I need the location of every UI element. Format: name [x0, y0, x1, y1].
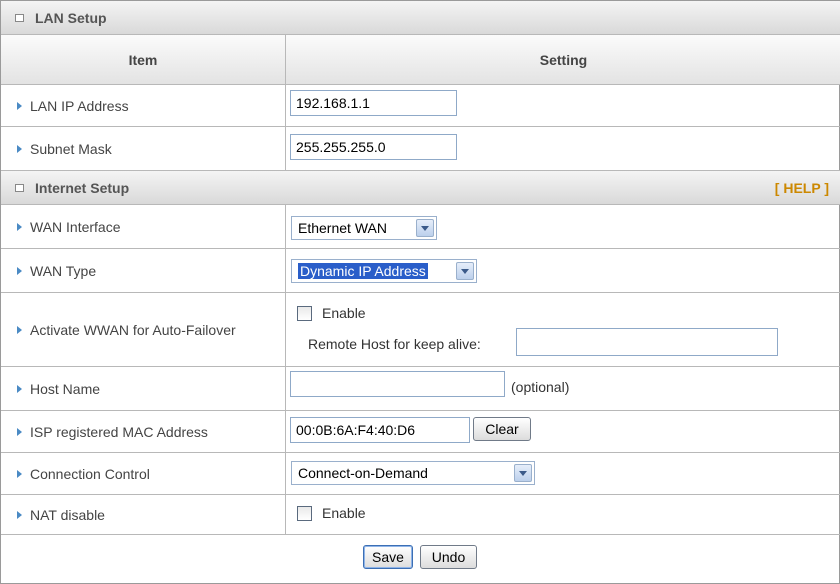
nat-enable-label: Enable — [322, 505, 366, 521]
subnet-mask-input[interactable]: 255.255.255.0 — [290, 134, 457, 160]
arrow-bullet-icon — [17, 266, 22, 275]
arrow-bullet-icon — [17, 510, 22, 519]
chevron-down-icon[interactable] — [514, 464, 532, 482]
save-button[interactable]: Save — [363, 545, 413, 569]
wwan-enable-checkbox[interactable] — [297, 306, 312, 321]
wan-type-label: WAN Type — [17, 263, 96, 279]
undo-button[interactable]: Undo — [420, 545, 477, 569]
lan-ip-row: LAN IP Address 192.168.1.1 — [1, 85, 840, 127]
help-link[interactable]: [ HELP ] — [775, 180, 829, 196]
wan-interface-label: WAN Interface — [17, 219, 121, 235]
connection-control-row: Connection Control Connect-on-Demand — [1, 453, 840, 495]
wwan-enable-label: Enable — [322, 305, 366, 321]
nat-disable-row: NAT disable Enable — [1, 495, 840, 535]
arrow-bullet-icon — [17, 384, 22, 393]
host-name-input[interactable] — [290, 371, 505, 397]
arrow-bullet-icon — [17, 222, 22, 231]
mac-address-row: ISP registered MAC Address 00:0B:6A:F4:4… — [1, 411, 840, 453]
lan-setup-title: LAN Setup — [35, 9, 107, 26]
nat-disable-label: NAT disable — [17, 507, 105, 523]
wan-type-select[interactable]: Dynamic IP Address — [291, 259, 477, 283]
section-square-icon — [15, 183, 24, 192]
column-item-header: Item — [128, 51, 158, 68]
lan-ip-label: LAN IP Address — [17, 98, 129, 114]
clear-button[interactable]: Clear — [473, 417, 531, 441]
nat-enable-checkbox[interactable] — [297, 506, 312, 521]
column-setting-header: Setting — [539, 51, 588, 68]
section-square-icon — [15, 13, 24, 22]
wwan-failover-label: Activate WWAN for Auto-Failover — [17, 322, 236, 338]
remote-host-label: Remote Host for keep alive: — [308, 336, 481, 352]
remote-host-input[interactable] — [516, 328, 778, 356]
lan-ip-input[interactable]: 192.168.1.1 — [290, 90, 457, 116]
wan-interface-select[interactable]: Ethernet WAN — [291, 216, 437, 240]
table-header: Item Setting — [1, 35, 840, 85]
arrow-bullet-icon — [17, 469, 22, 478]
chevron-down-icon[interactable] — [416, 219, 434, 237]
arrow-bullet-icon — [17, 101, 22, 110]
arrow-bullet-icon — [17, 325, 22, 334]
lan-setup-header: LAN Setup — [1, 1, 840, 35]
host-name-row: Host Name (optional) — [1, 367, 840, 411]
arrow-bullet-icon — [17, 427, 22, 436]
subnet-mask-label: Subnet Mask — [17, 141, 112, 157]
host-name-hint: (optional) — [511, 379, 570, 395]
settings-frame: LAN Setup Item Setting LAN IP Address 19… — [0, 0, 840, 584]
wwan-failover-row: Activate WWAN for Auto-Failover Enable R… — [1, 293, 840, 367]
mac-address-input[interactable]: 00:0B:6A:F4:40:D6 — [290, 417, 470, 443]
internet-setup-title: Internet Setup — [35, 179, 130, 196]
host-name-label: Host Name — [17, 381, 100, 397]
wan-interface-row: WAN Interface Ethernet WAN — [1, 205, 840, 249]
footer-actions: Save Undo — [1, 535, 840, 583]
chevron-down-icon[interactable] — [456, 262, 474, 280]
internet-setup-header: Internet Setup [ HELP ] — [1, 171, 840, 205]
subnet-mask-row: Subnet Mask 255.255.255.0 — [1, 127, 840, 171]
wan-type-row: WAN Type Dynamic IP Address — [1, 249, 840, 293]
arrow-bullet-icon — [17, 144, 22, 153]
mac-address-label: ISP registered MAC Address — [17, 424, 208, 440]
connection-control-label: Connection Control — [17, 466, 150, 482]
connection-control-select[interactable]: Connect-on-Demand — [291, 461, 535, 485]
